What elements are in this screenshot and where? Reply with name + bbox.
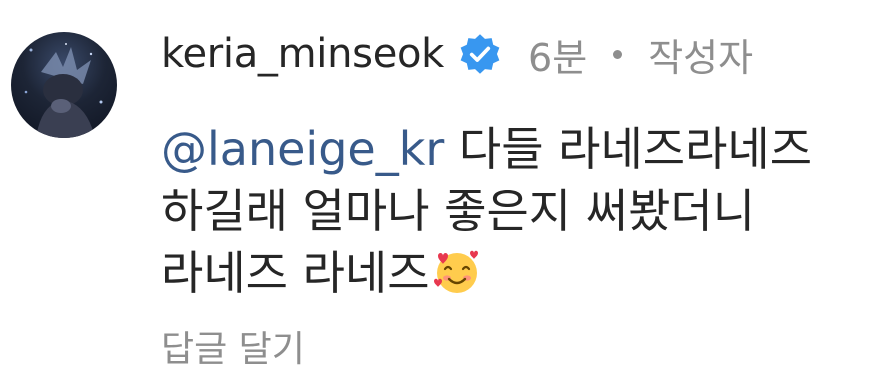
- comment-line-2: 하길래 얼마나 좋은지 써봤더니: [161, 184, 756, 238]
- separator-dot: [613, 49, 623, 59]
- username[interactable]: keria_minseok: [161, 31, 444, 77]
- reply-button[interactable]: 답글 달기: [161, 320, 305, 372]
- smiling-face-with-hearts-icon: [432, 247, 482, 297]
- mention-link[interactable]: @laneige_kr: [161, 122, 444, 176]
- avatar[interactable]: [11, 32, 117, 138]
- comment-line-1: @laneige_kr 다들 라네즈라네즈: [161, 118, 861, 180]
- comment-text: @laneige_kr 다들 라네즈라네즈 하길래 얼마나 좋은지 써봤더니 라…: [161, 118, 861, 304]
- comment-line-3: 라네즈 라네즈: [161, 242, 861, 304]
- comment-line-3-text: 라네즈 라네즈: [161, 246, 430, 300]
- comment-line-1-text: 다들 라네즈라네즈: [444, 122, 813, 176]
- author-label: 작성자: [648, 35, 754, 80]
- timestamp: 6분: [528, 35, 588, 80]
- comment-header: keria_minseok 6분 작성자: [161, 24, 753, 84]
- verified-badge-icon: [458, 32, 502, 76]
